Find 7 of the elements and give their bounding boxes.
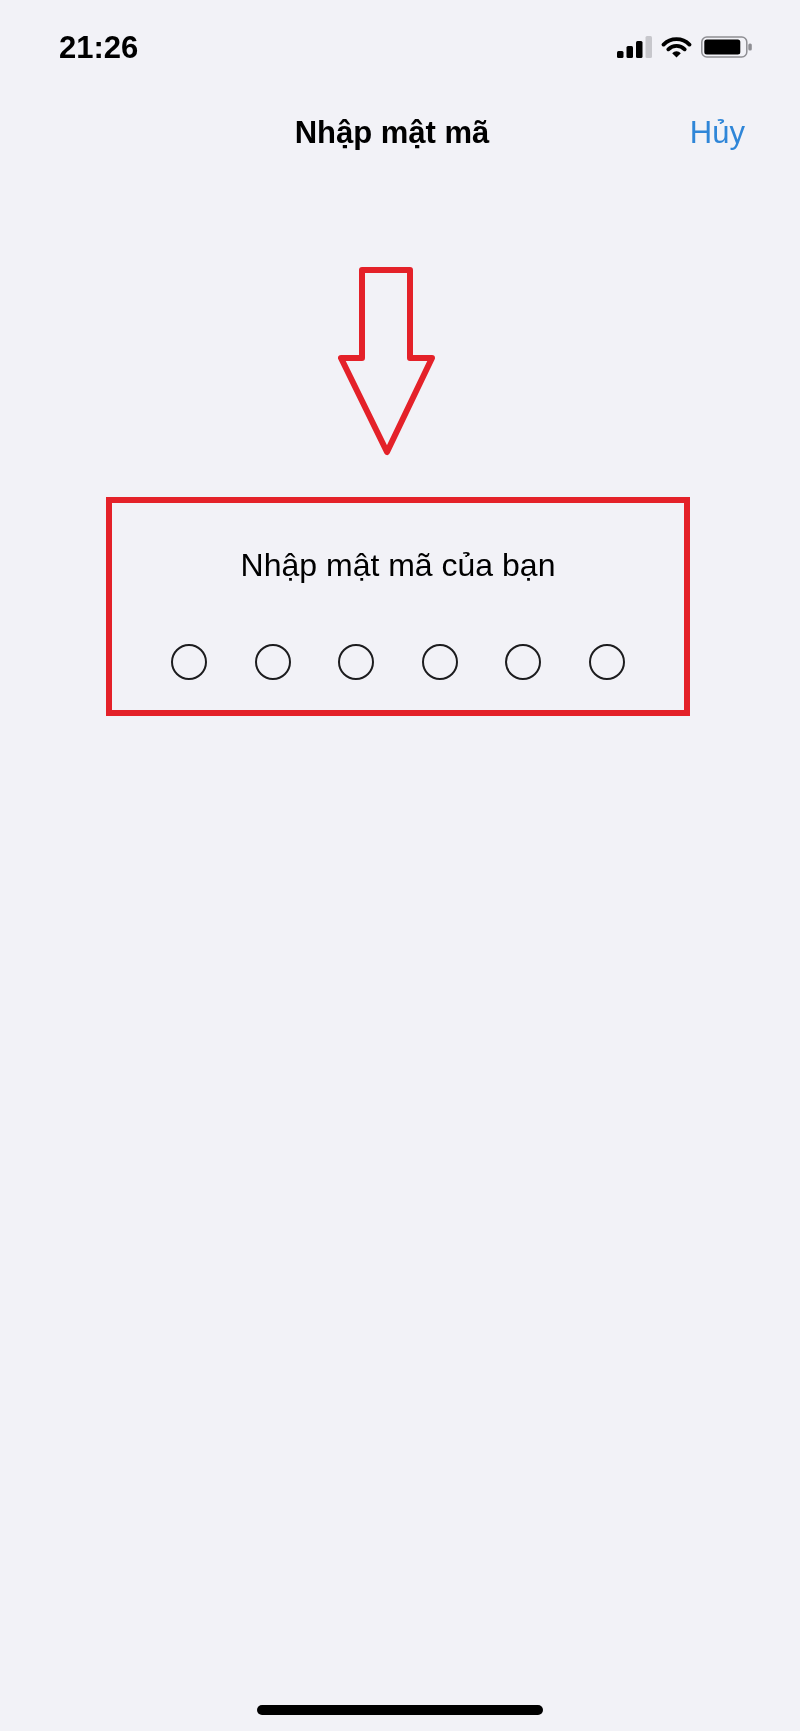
battery-icon — [701, 36, 752, 58]
wifi-icon — [661, 36, 692, 58]
signal-icon — [617, 36, 652, 58]
status-time: 21:26 — [59, 31, 139, 63]
nav-title: Nhập mật mã — [294, 114, 490, 152]
passcode-prompt: Nhập mật mã của bạn — [239, 547, 557, 583]
cancel-button[interactable]: Hủy — [689, 114, 745, 152]
